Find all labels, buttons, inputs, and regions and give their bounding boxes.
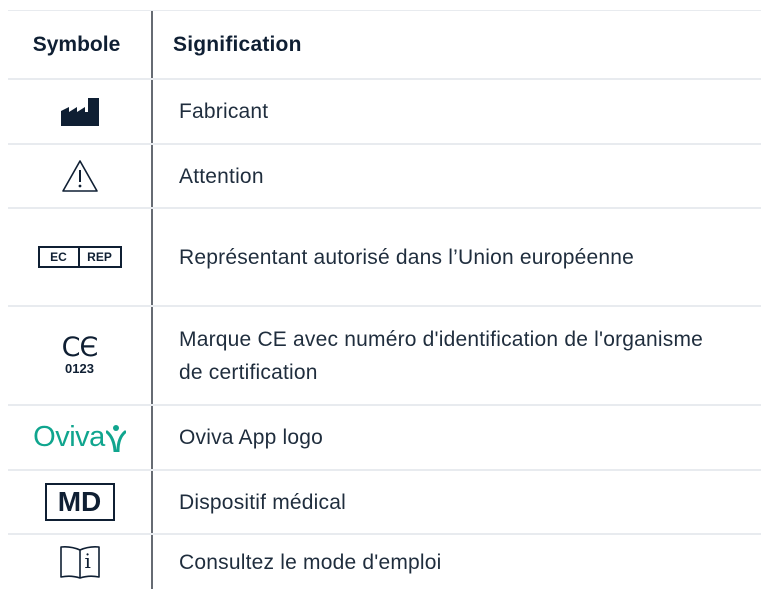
table-row: Fabricant <box>8 78 761 143</box>
meaning-cell: Fabricant <box>179 100 269 123</box>
symbol-column-header: Symbole <box>8 11 153 78</box>
meaning-cell: Dispositif médical <box>179 490 346 514</box>
oviva-logo: Oviva <box>33 421 126 454</box>
md-label: MD <box>57 486 102 517</box>
symbol-header-label: Symbole <box>32 32 121 56</box>
symbol-cell: i <box>8 535 153 589</box>
table-row: MD Dispositif médical <box>8 469 761 533</box>
ce-mark-icon: CЄ <box>61 332 99 363</box>
oviva-figure-icon <box>105 424 126 452</box>
meaning-cell: Oviva App logo <box>179 426 324 449</box>
notified-body-number: 0123 <box>65 361 94 376</box>
symbol-cell: Oviva <box>8 406 153 469</box>
table-row: CЄ 0123 Marque CE avec numéro d'identifi… <box>8 305 761 404</box>
warning-triangle-icon <box>61 160 98 192</box>
meaning-cell: Consultez le mode d'emploi <box>179 550 442 574</box>
symbol-cell: MD <box>8 471 153 533</box>
symbol-cell: CЄ 0123 <box>8 307 153 404</box>
meaning-cell: Marque CE avec numéro d'identification d… <box>179 327 704 384</box>
meaning-column-header: Signification <box>173 33 302 56</box>
ec-rep-icon: EC REP <box>37 246 122 268</box>
table-row: Oviva Oviva App logo <box>8 404 761 469</box>
oviva-logo-text: Oviva <box>33 421 105 453</box>
symbol-cell: EC REP <box>8 209 153 305</box>
table-row: Attention <box>8 143 761 207</box>
ec-label: EC <box>40 248 80 266</box>
meaning-cell: Représentant autorisé dans l’Union europ… <box>179 245 634 269</box>
table-header-row: Symbole Signification <box>8 10 761 78</box>
symbol-cell <box>8 80 153 143</box>
meaning-cell: Attention <box>179 164 264 188</box>
instructions-book-icon: i <box>59 545 101 579</box>
md-icon: MD <box>44 483 115 521</box>
table-row: EC REP Représentant autorisé dans l’Unio… <box>8 207 761 305</box>
symbol-cell <box>8 145 153 207</box>
info-letter: i <box>84 549 91 573</box>
symbol-table: Symbole Signification Fabricant Attentio… <box>8 10 761 589</box>
manufacturer-icon <box>60 97 99 126</box>
rep-label: REP <box>87 250 112 264</box>
table-row: i Consultez le mode d'emploi <box>8 533 761 589</box>
